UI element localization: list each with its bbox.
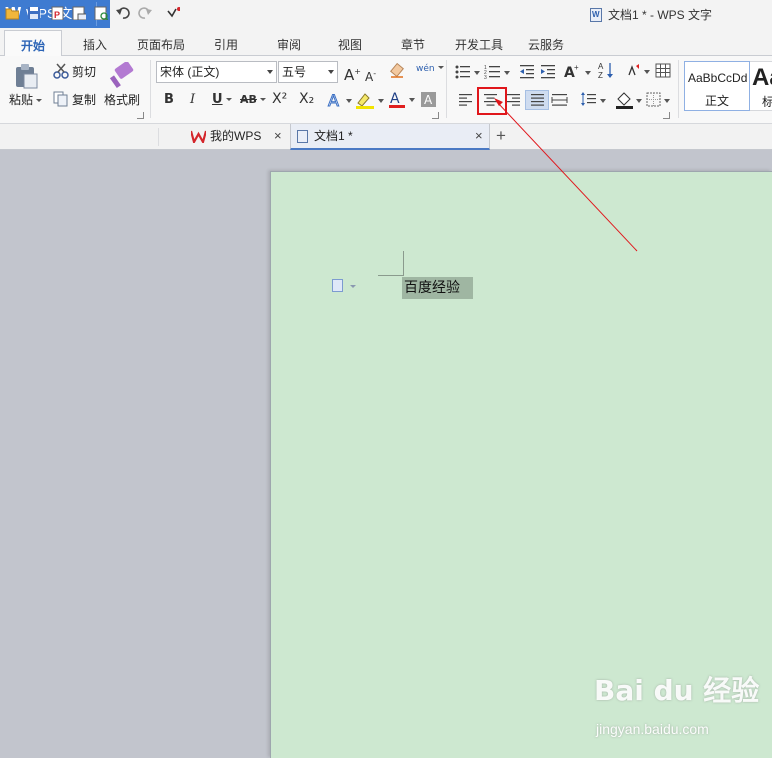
baidu-watermark-url: jingyan.baidu.com (596, 721, 709, 737)
annotation-arrow (494, 98, 638, 252)
baidu-watermark: Bai du 经验 (594, 674, 760, 707)
